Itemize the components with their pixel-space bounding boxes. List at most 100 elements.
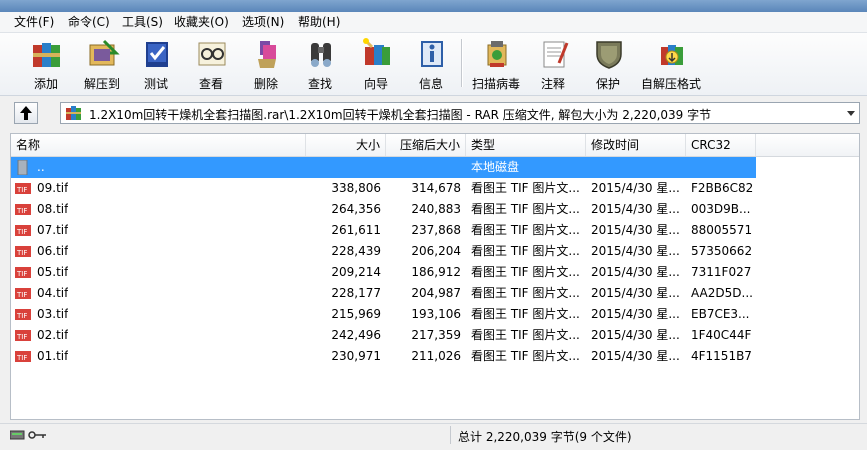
- table-row[interactable]: TIF 01.tif 230,971 211,026 看图王 TIF 图片文... 201…: [11, 346, 756, 367]
- test-label: 测试: [143, 77, 168, 91]
- table-row[interactable]: TIF 07.tif 261,611 237,868 看图王 TIF 图片文... 201…: [11, 220, 756, 241]
- file-crc: 88005571: [691, 223, 753, 237]
- file-name: 08.tif: [37, 202, 69, 216]
- table-row[interactable]: TIF 02.tif 242,496 217,359 看图王 TIF 图片文... 201…: [11, 325, 756, 346]
- file-type: 看图王 TIF 图片文...: [471, 223, 580, 237]
- view-label: 查看: [198, 77, 223, 91]
- virus-scan-button[interactable]: 扫描病毒: [468, 35, 524, 93]
- address-bar[interactable]: 1.2X10m回转干燥机全套扫描图.rar\1.2X10m回转干燥机全套扫描图 …: [60, 102, 860, 124]
- add-button[interactable]: 添加: [18, 35, 74, 93]
- file-crc: 57350662: [691, 244, 753, 258]
- wizard-label: 向导: [363, 77, 388, 91]
- menu-file[interactable]: 文件(F): [8, 14, 60, 30]
- file-modified: 2015/4/30 星...: [591, 244, 680, 258]
- view-button[interactable]: 查看: [183, 35, 239, 93]
- file-modified: 2015/4/30 星...: [591, 349, 680, 363]
- up-folder-button[interactable]: [14, 102, 38, 124]
- list-header: 名称 大小 压缩后大小 类型 修改时间 CRC32: [11, 134, 859, 157]
- file-packed-size: 206,204: [411, 244, 461, 258]
- svg-text:TIF: TIF: [16, 270, 27, 278]
- wizard-icon: [363, 38, 390, 65]
- comment-button[interactable]: 注释: [525, 35, 581, 93]
- column-name[interactable]: 名称: [11, 134, 306, 156]
- comment-label: 注释: [540, 77, 565, 91]
- protect-button[interactable]: 保护: [580, 35, 636, 93]
- file-name: 07.tif: [37, 223, 69, 237]
- svg-text:TIF: TIF: [16, 207, 27, 215]
- menu-tools[interactable]: 工具(S): [116, 14, 169, 30]
- menu-options[interactable]: 选项(N): [236, 14, 290, 30]
- menu-command[interactable]: 命令(C): [62, 14, 116, 30]
- status-bar: 总计 2,220,039 字节(9 个文件): [0, 423, 867, 446]
- file-packed-size: 240,883: [411, 202, 461, 216]
- file-crc: AA2D5D...: [691, 286, 753, 300]
- wizard-button[interactable]: 向导: [348, 35, 404, 93]
- virus-scan-icon: [487, 41, 507, 67]
- books-add-icon: [33, 43, 60, 67]
- virus-scan-label: 扫描病毒: [471, 77, 520, 91]
- drive-key-icon: [10, 430, 46, 440]
- menu-help[interactable]: 帮助(H): [292, 14, 346, 30]
- table-row[interactable]: TIF 05.tif 209,214 186,912 看图王 TIF 图片文... 201…: [11, 262, 756, 283]
- file-type: 看图王 TIF 图片文...: [471, 181, 580, 195]
- file-modified: 2015/4/30 星...: [591, 202, 680, 216]
- add-label: 添加: [33, 77, 58, 91]
- toolbar: 添加 解压到 测试 查看 删除 查找 向导 信息 扫描病毒 注释 保护 自解压格…: [0, 33, 867, 96]
- table-row[interactable]: TIF 06.tif 228,439 206,204 看图王 TIF 图片文... 201…: [11, 241, 756, 262]
- column-crc[interactable]: CRC32: [686, 134, 756, 156]
- file-modified: 2015/4/30 星...: [591, 265, 680, 279]
- file-name: 01.tif: [37, 349, 69, 363]
- file-modified: 2015/4/30 星...: [591, 223, 680, 237]
- file-size: 230,971: [331, 349, 381, 363]
- file-name: 04.tif: [37, 286, 69, 300]
- parent-type: 本地磁盘: [471, 160, 520, 174]
- column-modified[interactable]: 修改时间: [586, 134, 686, 156]
- tif-file-icon: TIF: [15, 244, 31, 259]
- shield-protect-icon: [596, 41, 622, 69]
- comment-icon: [543, 41, 569, 68]
- tif-file-icon: TIF: [15, 202, 31, 217]
- svg-text:TIF: TIF: [16, 333, 27, 341]
- table-row[interactable]: TIF 04.tif 228,177 204,987 看图王 TIF 图片文... 201…: [11, 283, 756, 304]
- table-row[interactable]: TIF 09.tif 338,806 314,678 看图王 TIF 图片文... 201…: [11, 178, 756, 199]
- test-button[interactable]: 测试: [128, 35, 184, 93]
- parent-folder-row[interactable]: .. 本地磁盘: [11, 157, 756, 178]
- file-crc: 1F40C44F: [691, 328, 752, 342]
- file-type: 看图王 TIF 图片文...: [471, 286, 580, 300]
- file-packed-size: 186,912: [411, 265, 461, 279]
- svg-text:TIF: TIF: [16, 228, 27, 236]
- info-button[interactable]: 信息: [403, 35, 459, 93]
- column-size[interactable]: 大小: [306, 134, 386, 156]
- column-type[interactable]: 类型: [466, 134, 586, 156]
- column-packed[interactable]: 压缩后大小: [386, 134, 466, 156]
- info-icon: [421, 41, 443, 67]
- address-row: 1.2X10m回转干燥机全套扫描图.rar\1.2X10m回转干燥机全套扫描图 …: [0, 97, 867, 131]
- file-packed-size: 314,678: [411, 181, 461, 195]
- tif-file-icon: TIF: [15, 286, 31, 301]
- file-name: 09.tif: [37, 181, 69, 195]
- tif-file-icon: TIF: [15, 328, 31, 343]
- extract-to-button[interactable]: 解压到: [74, 35, 130, 93]
- svg-text:TIF: TIF: [16, 354, 27, 362]
- chevron-down-icon[interactable]: [847, 111, 855, 116]
- menu-bar: 文件(F) 命令(C) 工具(S) 收藏夹(O) 选项(N) 帮助(H): [0, 12, 867, 33]
- file-packed-size: 211,026: [411, 349, 461, 363]
- menu-favorites[interactable]: 收藏夹(O): [168, 14, 235, 30]
- file-crc: F2BB6C82: [691, 181, 754, 195]
- sfx-button[interactable]: 自解压格式: [641, 35, 701, 93]
- file-name: 03.tif: [37, 307, 69, 321]
- delete-button[interactable]: 删除: [238, 35, 294, 93]
- file-size: 338,806: [331, 181, 381, 195]
- file-size: 228,439: [331, 244, 381, 258]
- glasses-view-icon: [198, 42, 226, 66]
- table-row[interactable]: TIF 08.tif 264,356 240,883 看图王 TIF 图片文... 201…: [11, 199, 756, 220]
- toolbar-separator: [461, 39, 463, 87]
- recycle-delete-icon: [258, 41, 276, 68]
- table-row[interactable]: TIF 03.tif 215,969 193,106 看图王 TIF 图片文... 201…: [11, 304, 756, 325]
- file-type: 看图王 TIF 图片文...: [471, 349, 580, 363]
- file-crc: 003D9B...: [691, 202, 751, 216]
- find-button[interactable]: 查找: [292, 35, 348, 93]
- file-modified: 2015/4/30 星...: [591, 286, 680, 300]
- svg-text:TIF: TIF: [16, 291, 27, 299]
- file-packed-size: 217,359: [411, 328, 461, 342]
